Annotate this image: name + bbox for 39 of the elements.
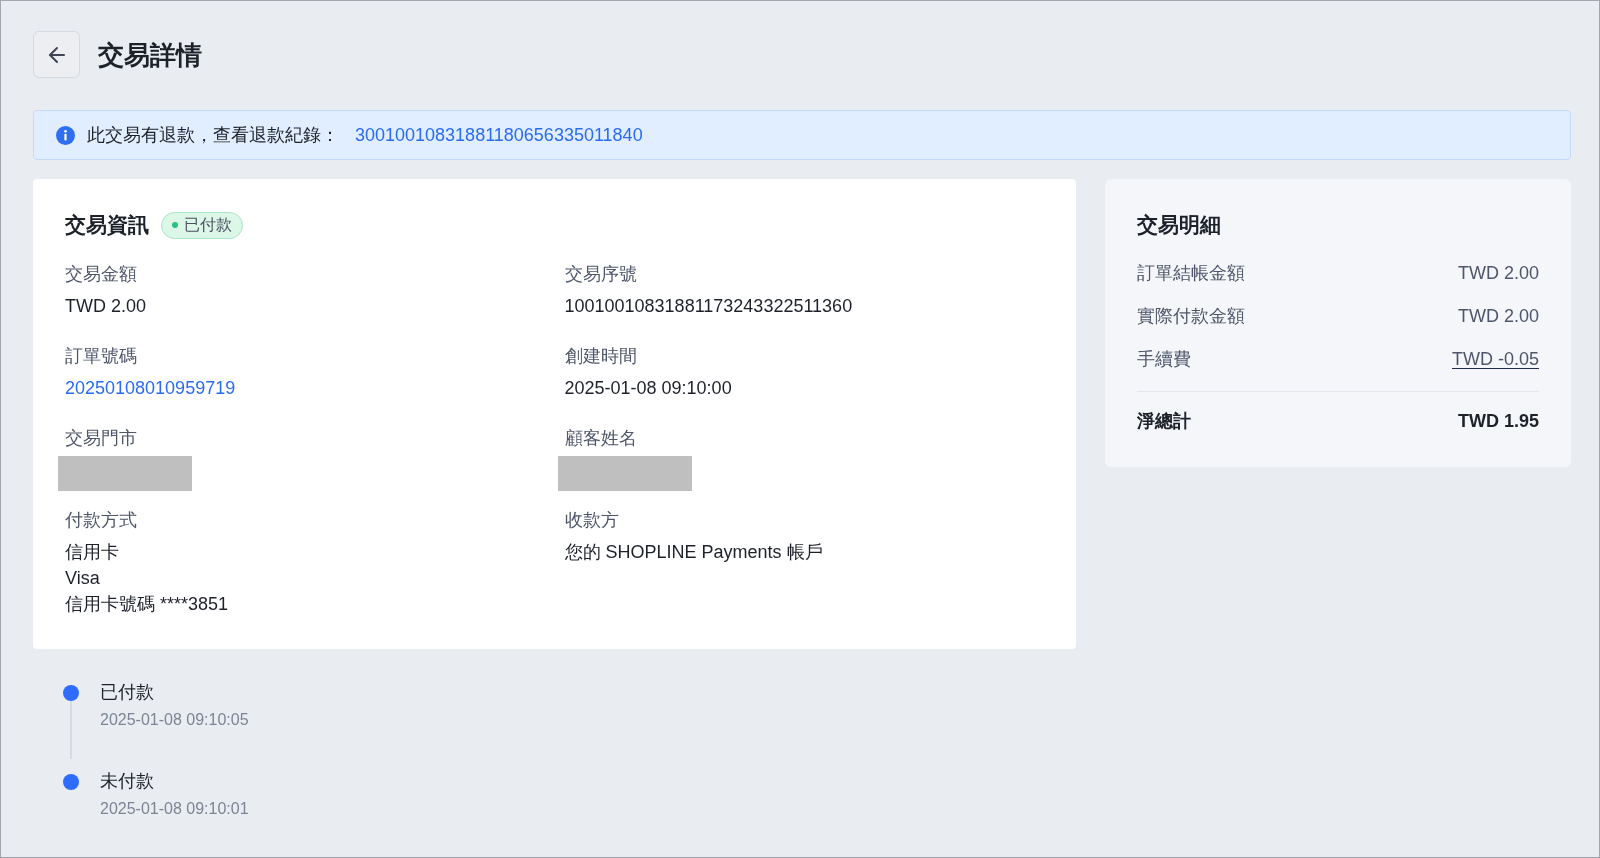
timeline-dot-icon (63, 685, 79, 701)
field-label: 付款方式 (65, 509, 137, 532)
field-value: 信用卡 (65, 541, 119, 564)
total-label: 淨總計 (1137, 410, 1191, 433)
field-label: 交易門市 (65, 427, 137, 450)
field-label: 創建時間 (564, 345, 637, 368)
refund-notice-text: 此交易有退款，查看退款紀錄： (87, 123, 339, 147)
info-icon (56, 125, 75, 145)
timeline-time: 2025-01-08 09:10:05 (100, 710, 249, 730)
field-label: 訂單號碼 (65, 345, 137, 368)
field-label: 交易金額 (65, 263, 137, 286)
page-title: 交易詳情 (98, 38, 202, 72)
card-title: 交易明細 (1137, 212, 1222, 238)
back-button[interactable] (33, 31, 80, 78)
timeline-dot-icon (63, 774, 79, 790)
detail-label: 實際付款金額 (1137, 305, 1245, 328)
field-value: 10010010831881173243322511360 (564, 295, 853, 318)
field-label: 收款方 (564, 509, 619, 532)
field-label: 交易序號 (564, 263, 637, 286)
timeline-status: 未付款 (100, 770, 154, 793)
timeline-time: 2025-01-08 09:10:01 (100, 799, 249, 819)
field-label: 顧客姓名 (564, 427, 637, 450)
amount-value: TWD 2.00 (1457, 262, 1539, 285)
field-value: TWD 2.00 (65, 295, 147, 318)
card-title: 交易資訊 (65, 212, 149, 238)
field-value: 您的 SHOPLINE Payments 帳戶 (564, 541, 823, 564)
status-dot-icon (172, 222, 178, 228)
total-value: TWD 1.95 (1457, 410, 1539, 433)
status-badge: 已付款 (161, 211, 243, 239)
fee-link[interactable]: TWD -0.05 (1452, 346, 1539, 372)
refund-record-link[interactable]: 30010010831881180656335011840 (355, 121, 643, 149)
field-value: 信用卡號碼 ****3851 (65, 593, 229, 616)
detail-label: 手續費 (1137, 348, 1191, 371)
field-value: Visa (65, 567, 100, 590)
field-value: 2025-01-08 09:10:00 (564, 377, 732, 400)
detail-label: 訂單結帳金額 (1137, 262, 1245, 285)
timeline-status: 已付款 (100, 681, 154, 704)
order-number-link[interactable]: 20250108010959719 (65, 375, 236, 401)
amount-value: TWD 2.00 (1457, 305, 1539, 328)
